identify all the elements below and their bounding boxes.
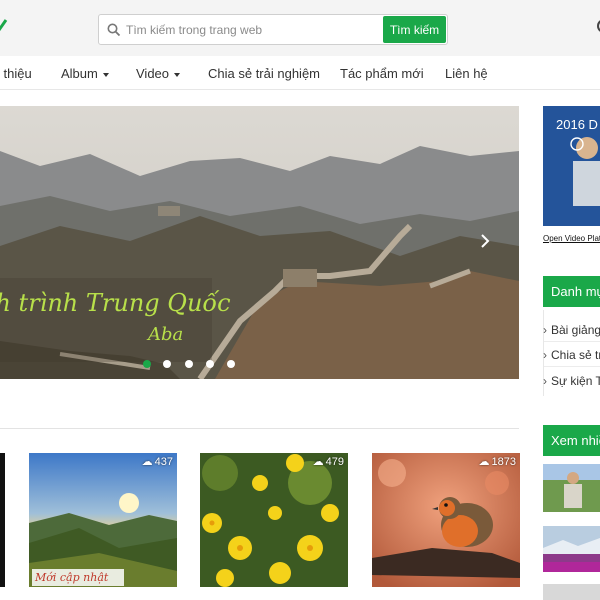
- categories-list: › Bài giảng n › Chia sẻ trả › Sự kiện Tr: [543, 310, 600, 396]
- divider: [544, 341, 600, 342]
- caret-down-icon: [102, 72, 109, 77]
- chevron-right-icon: ›: [543, 348, 547, 362]
- search-box: Tìm kiếm: [98, 14, 448, 45]
- sidebar-video-player[interactable]: 2016 D: [543, 106, 600, 226]
- view-count-text: 1873: [491, 456, 516, 468]
- nav-label: i thiệu: [0, 66, 32, 81]
- slider-dot[interactable]: [185, 360, 193, 368]
- search-icon: [107, 23, 121, 37]
- video-card[interactable]: ☁ 479: [200, 453, 348, 587]
- slider-dot[interactable]: [143, 360, 151, 368]
- category-item[interactable]: › Sự kiện Tr: [543, 374, 600, 388]
- new-update-badge: Mới cập nhật: [32, 569, 124, 586]
- chevron-right-icon: ›: [543, 374, 547, 388]
- cloud-icon: ☁: [141, 456, 153, 468]
- view-count: ☁ 437: [142, 455, 173, 468]
- video-card[interactable]: ☁ 1873: [372, 453, 520, 587]
- site-header: Tìm kiếm: [0, 0, 600, 56]
- video-card[interactable]: [0, 453, 5, 587]
- section-divider: [0, 428, 519, 429]
- category-item[interactable]: › Bài giảng n: [543, 323, 600, 337]
- cloud-icon: ☁: [312, 456, 324, 468]
- view-count-text: 479: [325, 456, 344, 468]
- slider-dot[interactable]: [227, 360, 235, 368]
- nav-label: Tác phẩm mới: [340, 66, 424, 81]
- caret-down-icon: [174, 72, 181, 77]
- logo[interactable]: [0, 18, 8, 32]
- most-viewed-item[interactable]: [543, 464, 600, 512]
- robin-bird-thumbnail: [372, 453, 520, 587]
- most-viewed-heading: Xem nhiề: [543, 425, 600, 456]
- categories-heading: Danh mụ: [543, 276, 600, 307]
- user-icon[interactable]: [594, 16, 600, 42]
- slider-dot[interactable]: [163, 360, 171, 368]
- most-viewed-item[interactable]: [543, 584, 600, 600]
- nav-item-video[interactable]: Video: [136, 66, 181, 81]
- search-button[interactable]: Tìm kiếm: [383, 16, 446, 43]
- cloud-icon: ☁: [478, 456, 490, 468]
- flower-field-thumbnail: [543, 526, 600, 572]
- person-outdoor-thumbnail: [543, 464, 600, 512]
- nav-label: Liên hệ: [445, 66, 488, 81]
- sunset-mountain-thumbnail: [29, 453, 177, 587]
- nav-item-contact[interactable]: Liên hệ: [445, 66, 488, 81]
- view-count: ☁ 1873: [479, 455, 516, 468]
- video-platform-link[interactable]: Open Video Platf: [543, 234, 600, 243]
- main-nav: i thiệu Album Video Chia sẻ trải nghiệm …: [0, 57, 600, 90]
- nav-label: Video: [136, 66, 170, 81]
- nav-label: Chia sẻ trải nghiệm: [208, 66, 320, 81]
- category-item[interactable]: › Chia sẻ trả: [543, 348, 600, 362]
- nav-label: Album: [61, 66, 98, 81]
- nav-item-about[interactable]: i thiệu: [0, 66, 32, 81]
- slider-subtitle: Aba: [148, 324, 184, 345]
- slider-title: nh trình Trung Quốc: [0, 289, 231, 317]
- category-label: Chia sẻ trả: [551, 348, 600, 362]
- most-viewed-item[interactable]: [543, 526, 600, 572]
- search-input[interactable]: [126, 15, 381, 44]
- yellow-flowers-thumbnail: [200, 453, 348, 587]
- category-label: Sự kiện Tr: [551, 374, 600, 388]
- view-count: ☁ 479: [313, 455, 344, 468]
- nav-item-new-works[interactable]: Tác phẩm mới: [340, 66, 424, 81]
- video-title-overlay: 2016 D: [556, 117, 598, 132]
- view-count-text: 437: [154, 456, 173, 468]
- hero-slider[interactable]: nh trình Trung Quốc Aba: [0, 106, 519, 379]
- chevron-right-icon: ›: [543, 323, 547, 337]
- nav-item-album[interactable]: Album: [61, 66, 109, 81]
- slider-dot[interactable]: [206, 360, 214, 368]
- video-card[interactable]: ☁ 437 Mới cập nhật: [29, 453, 177, 587]
- divider: [544, 366, 600, 367]
- nav-item-experience[interactable]: Chia sẻ trải nghiệm: [208, 66, 320, 81]
- category-label: Bài giảng n: [551, 323, 600, 337]
